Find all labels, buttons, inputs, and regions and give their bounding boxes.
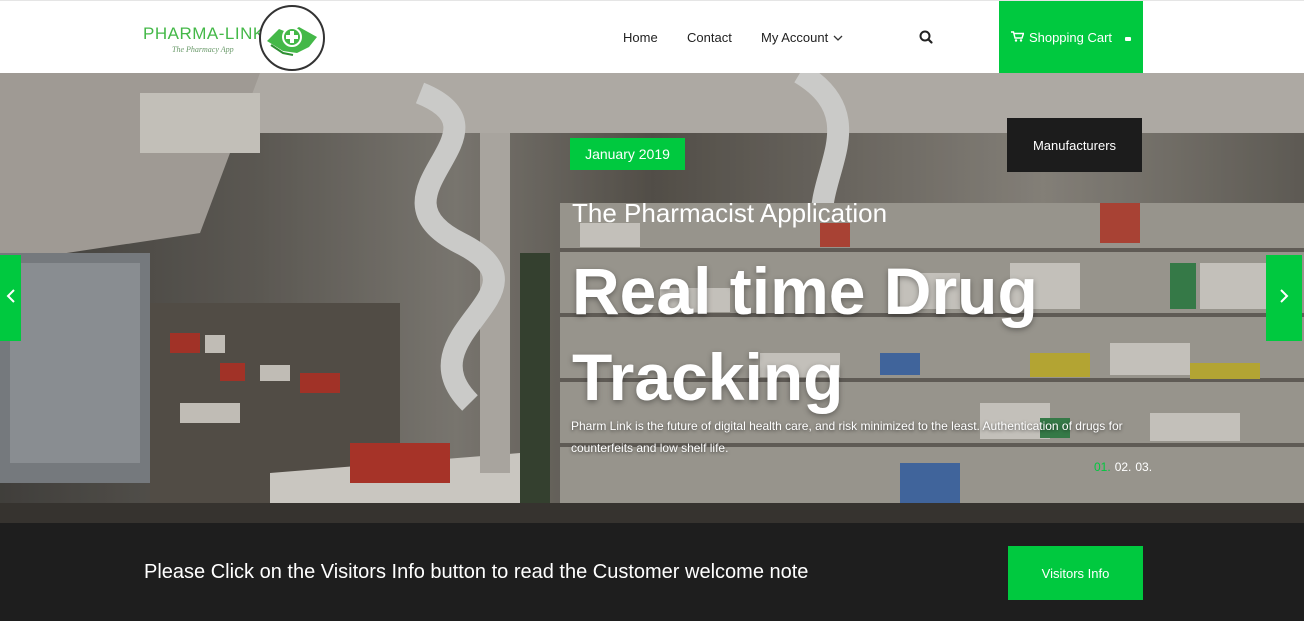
slide-indicator-3[interactable]: 03. [1135, 460, 1152, 474]
shopping-cart-button[interactable]: Shopping Cart [999, 1, 1143, 74]
cart-count-indicator [1125, 37, 1132, 41]
nav-my-account-dropdown[interactable]: My Account [761, 1, 843, 74]
logo-name: PHARMA-LINK [143, 24, 265, 43]
slide-indicator-2[interactable]: 02. [1115, 460, 1132, 474]
nav-contact-link[interactable]: Contact [687, 1, 732, 74]
arrow-left-icon [6, 288, 16, 308]
visitors-info-button[interactable]: Visitors Info [1008, 546, 1143, 600]
slider-prev-button[interactable] [0, 255, 21, 341]
site-header: PHARMA-LINK The Pharmacy App Home Contac… [0, 0, 1304, 74]
arrow-right-icon [1279, 288, 1289, 308]
manufacturers-button[interactable]: Manufacturers [1007, 118, 1142, 172]
welcome-note-bar: Please Click on the Visitors Info button… [0, 523, 1304, 621]
chevron-down-icon [833, 30, 843, 45]
slide-indicators: 01. 02. 03. [1094, 460, 1152, 474]
slide-indicator-1[interactable]: 01. [1094, 460, 1111, 474]
cart-label: Shopping Cart [1028, 30, 1113, 45]
hero-subtitle: The Pharmacist Application [572, 198, 888, 228]
hero-slider: January 2019 Manufacturers The Pharmacis… [0, 73, 1304, 523]
handshake-cross-icon [259, 5, 325, 71]
welcome-note-message: Please Click on the Visitors Info button… [144, 561, 809, 583]
nav-home-link[interactable]: Home [623, 1, 658, 74]
site-logo[interactable]: PHARMA-LINK The Pharmacy App [143, 4, 328, 72]
date-badge: January 2019 [570, 138, 685, 170]
logo-tagline: The Pharmacy App [172, 45, 234, 54]
hero-headline: Real time Drug Tracking [572, 254, 1038, 414]
search-icon[interactable] [918, 29, 934, 45]
nav-account-label: My Account [761, 30, 829, 45]
slider-next-button[interactable] [1266, 255, 1302, 341]
cart-icon [1010, 30, 1025, 45]
hero-description: Pharm Link is the future of digital heal… [571, 419, 1123, 455]
